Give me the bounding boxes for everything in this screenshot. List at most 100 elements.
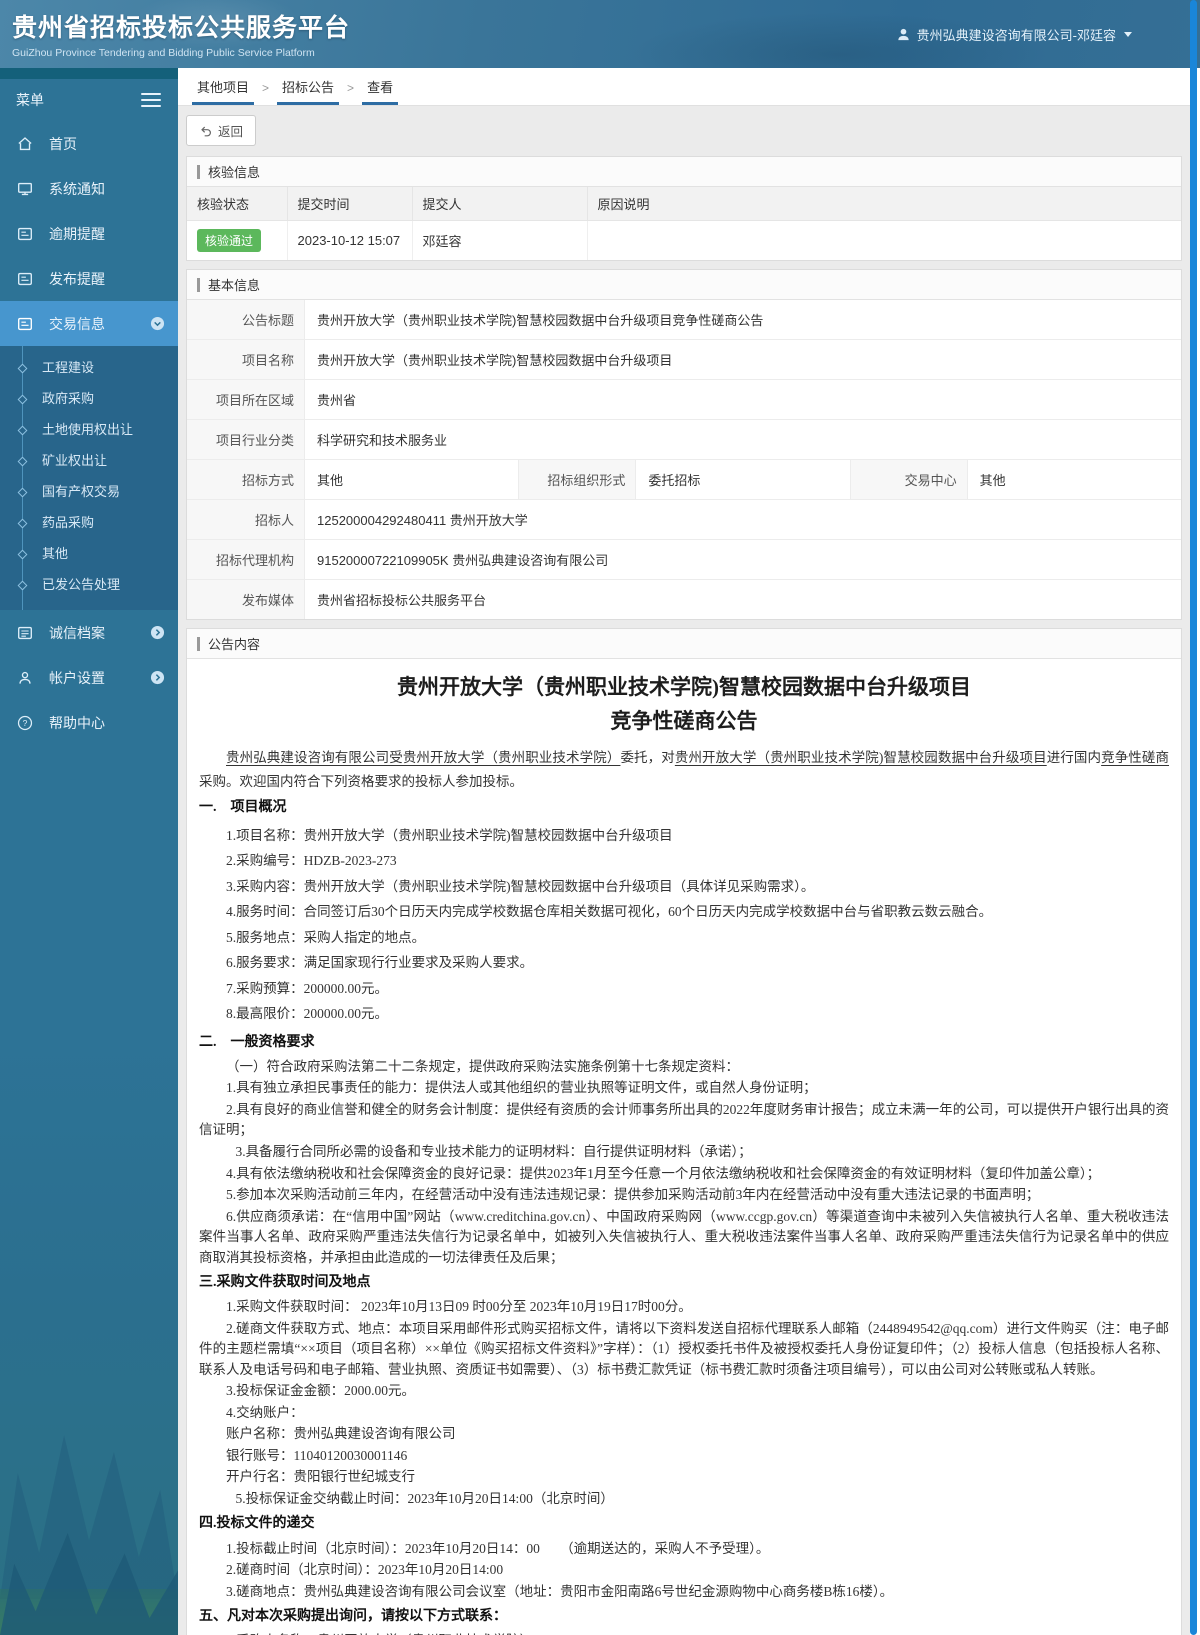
sidebar-item-label: 帐户设置 [49, 669, 105, 686]
section-title: 公告内容 [208, 637, 261, 652]
sidebar-menu-header: 菜单 [0, 79, 178, 121]
info-row: 项目名称 贵州开放大学（贵州职业技术学院)智慧校园数据中台升级项目 [187, 340, 1181, 380]
notice-intro: 贵州弘典建设咨询有限公司受贵州开放大学（贵州职业技术学院）委托，对贵州开放大学（… [199, 750, 1170, 789]
info-label: 交易中心 [849, 460, 968, 499]
table-header-row: 核验状态 提交时间 提交人 原因说明 [187, 187, 1181, 221]
back-icon [199, 124, 213, 138]
chevron-right-circle-icon [150, 625, 165, 640]
notice-paragraph: 5.参加本次采购活动前三年内，在经营活动中没有违法违规记录：提供参加采购活动前3… [226, 1187, 1040, 1203]
sidebar-item-help-center[interactable]: ? 帮助中心 [0, 700, 178, 745]
sidebar-top-strip [0, 68, 178, 79]
notice-paragraph: （一）符合政府采购法第二十二条规定，提供政府采购法实施条例第十七条规定资料： [226, 1058, 739, 1074]
sidebar-item-label: 帮助中心 [49, 714, 105, 731]
notice-doc-title-line1: 贵州开放大学（贵州职业技术学院)智慧校园数据中台升级项目 [397, 675, 971, 699]
info-label: 招标人 [187, 500, 305, 539]
info-cell: 交易中心 其他 [849, 460, 1181, 499]
sidebar-item-account-settings[interactable]: 帐户设置 [0, 655, 178, 700]
toolbar: 返回 [178, 106, 1190, 148]
user-name: 贵州弘典建设咨询有限公司-邓廷容 [916, 28, 1116, 43]
notice-document: 贵州开放大学（贵州职业技术学院)智慧校园数据中台升级项目 竞争性磋商公告 贵州弘… [187, 659, 1181, 1635]
notice-paragraph: 一. 项目概况 [199, 800, 287, 816]
sidebar-item-label: 首页 [49, 135, 77, 152]
breadcrumb-item-tender-notice[interactable]: 招标公告 [277, 69, 340, 105]
person-icon [16, 668, 36, 688]
sidebar-subitem[interactable]: 工程建设 [0, 352, 178, 383]
breadcrumb-item-view[interactable]: 查看 [362, 69, 399, 105]
info-value: 其他 [317, 473, 344, 488]
verification-section-header: 核验信息 [187, 157, 1181, 187]
chevron-right-circle-icon [150, 670, 165, 685]
list-box-icon [16, 224, 36, 244]
monitor-icon [16, 179, 36, 199]
notice-paragraph: 4.交纳账户： [226, 1404, 304, 1420]
info-label: 项目行业分类 [187, 420, 305, 459]
notice-paragraph: 3.具备履行合同所必需的设备和专业技术能力的证明材料：自行提供证明材料（承诺）； [235, 1144, 752, 1159]
basic-info-panel: 基本信息 公告标题 贵州开放大学（贵州职业技术学院)智慧校园数据中台升级项目竞争… [186, 269, 1182, 620]
verify-status-cell: 核验通过 [187, 220, 288, 260]
notice-paragraphs: 一. 项目概况 1.项目名称：贵州开放大学（贵州职业技术学院)智慧校园数据中台升级… [199, 795, 1169, 1635]
sidebar-item-label: 逾期提醒 [49, 225, 105, 242]
notice-paragraph: 4.服务时间：合同签订后30个日历天内完成学校数据仓库相关数据可视化，60个日历… [226, 904, 993, 920]
notice-paragraph: 1.项目名称：贵州开放大学（贵州职业技术学院)智慧校园数据中台升级项目 [226, 827, 673, 843]
sidebar-submenu: 工程建设 政府采购 土地使用权出让 矿业权出让 国有产权交易 药品采购 其他 已发公告处理 [0, 346, 178, 610]
list-box-icon [16, 314, 36, 334]
sidebar-item-label: 交易信息 [49, 315, 105, 332]
user-menu[interactable]: 贵州弘典建设咨询有限公司-邓廷容 [896, 25, 1132, 44]
platform-subtitle: GuiZhou Province Tendering and Bidding P… [12, 47, 315, 59]
sidebar-subitem[interactable]: 药品采购 [0, 507, 178, 538]
info-value: 125200004292480411 贵州开放大学 [317, 513, 528, 528]
scrollbar[interactable] [1190, 0, 1197, 1635]
back-button[interactable]: 返回 [186, 115, 257, 146]
app-header: 贵州省招标投标公共服务平台 GuiZhou Province Tendering… [0, 0, 1200, 68]
notice-paragraph: 6.供应商须承诺：在“信用中国”网站（www.creditchina.gov.c… [199, 1208, 1169, 1265]
sidebar-subitem[interactable]: 已发公告处理 [0, 569, 178, 600]
sidebar-subitem[interactable]: 其他 [0, 538, 178, 569]
breadcrumb-item-other-projects[interactable]: 其他项目 [192, 69, 255, 105]
info-label: 招标组织形式 [518, 460, 637, 499]
sidebar-mountains-art [0, 1295, 178, 1635]
notice-paragraph: 2.磋商文件获取方式、地点：本项目采用邮件形式购买招标文件，请将以下资料发送自招… [199, 1320, 1169, 1377]
notice-paragraph: 四.投标文件的递交 [199, 1516, 315, 1532]
info-cell: 招标方式 其他 [187, 460, 518, 499]
sidebar-subitem[interactable]: 矿业权出让 [0, 445, 178, 476]
info-label: 项目名称 [187, 340, 305, 379]
main-content: 其他项目 > 招标公告 > 查看 返回 核验信息 核验状态 提交时间 提交人 原… [178, 68, 1190, 1635]
sidebar-item-publish-reminder[interactable]: 发布提醒 [0, 256, 178, 301]
sidebar-item-overdue-reminder[interactable]: 逾期提醒 [0, 211, 178, 256]
sidebar-item-system-notice[interactable]: 系统通知 [0, 166, 178, 211]
sidebar: 菜单 首页 系统通知 逾期提醒 发布提醒 交易信息 工程建设 政府采购 土地使用… [0, 68, 178, 1635]
notice-paragraph: 3.投标保证金金额：2000.00元。 [226, 1383, 415, 1399]
section-marker [197, 164, 200, 179]
menu-label: 菜单 [16, 92, 44, 108]
list-box-icon [16, 623, 36, 643]
verification-panel: 核验信息 核验状态 提交时间 提交人 原因说明 核验通过 2023-10-12 … [186, 156, 1182, 261]
info-label: 招标代理机构 [187, 540, 305, 579]
notice-paragraph: 5.服务地点：采购人指定的地点。 [226, 929, 426, 945]
notice-paragraph: 银行账号：11040120030001146 [226, 1447, 408, 1463]
notice-paragraph: 1.采购文件获取时间： 2023年10月13日09 时00分至 2023年10月… [226, 1299, 692, 1315]
info-row: 招标代理机构 91520000722109905K 贵州弘典建设咨询有限公司 [187, 540, 1181, 580]
sidebar-item-home[interactable]: 首页 [0, 121, 178, 166]
sidebar-subitem[interactable]: 土地使用权出让 [0, 414, 178, 445]
brand: 贵州省招标投标公共服务平台 GuiZhou Province Tendering… [12, 8, 350, 59]
svg-text:?: ? [23, 718, 28, 728]
sidebar-item-credit-archive[interactable]: 诚信档案 [0, 610, 178, 655]
notice-paragraph: 3.采购内容：贵州开放大学（贵州职业技术学院)智慧校园数据中台升级项目（具体详见… [226, 878, 815, 894]
verification-table: 核验状态 提交时间 提交人 原因说明 核验通过 2023-10-12 15:07… [187, 187, 1181, 260]
info-row: 发布媒体 贵州省招标投标公共服务平台 [187, 580, 1181, 619]
info-row: 招标人 125200004292480411 贵州开放大学 [187, 500, 1181, 540]
notice-paragraph: 6.服务要求：满足国家现行行业要求及采购人要求。 [226, 955, 534, 971]
sidebar-subitem[interactable]: 国有产权交易 [0, 476, 178, 507]
basic-rows-top: 公告标题 贵州开放大学（贵州职业技术学院)智慧校园数据中台升级项目竞争性磋商公告… [187, 300, 1181, 460]
info-value: 科学研究和技术服务业 [317, 433, 448, 448]
section-title: 核验信息 [208, 165, 261, 180]
reason-cell [587, 221, 1181, 261]
sidebar-subitem[interactable]: 政府采购 [0, 383, 178, 414]
info-label: 发布媒体 [187, 580, 305, 619]
notice-paragraph: 3.磋商地点：贵州弘典建设咨询有限公司会议室（地址：贵阳市金阳南路6号世纪金源购… [226, 1583, 894, 1599]
info-value: 委托招标 [648, 473, 701, 488]
sidebar-item-trade-info[interactable]: 交易信息 [0, 301, 178, 346]
notice-section-header: 公告内容 [187, 629, 1181, 659]
status-badge: 核验通过 [197, 229, 262, 252]
hamburger-icon[interactable] [141, 89, 161, 111]
